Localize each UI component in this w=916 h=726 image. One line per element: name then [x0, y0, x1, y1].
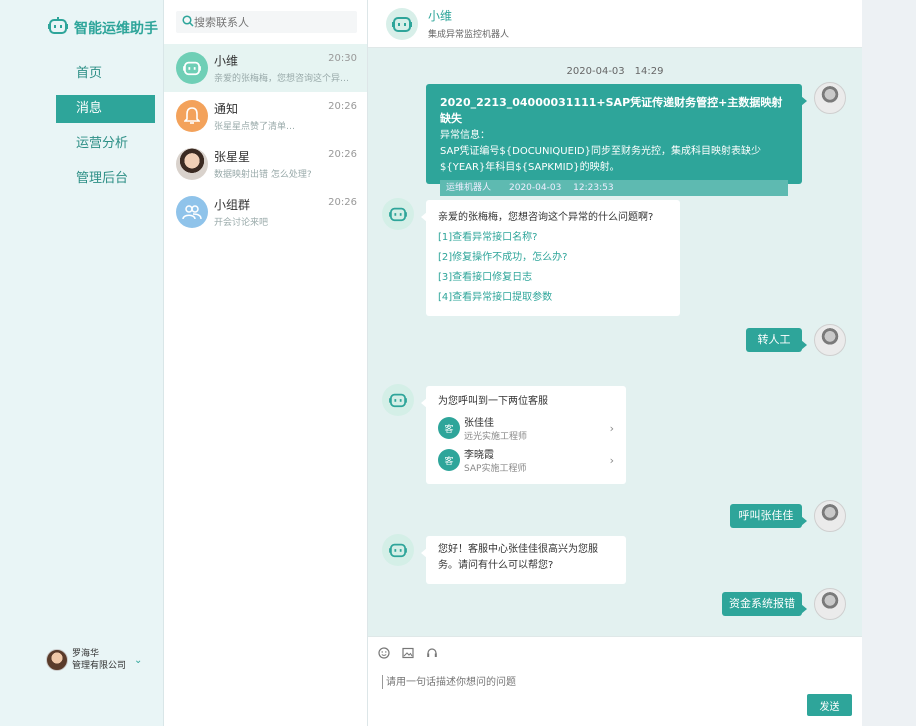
search-input[interactable]	[194, 15, 334, 29]
agent-item[interactable]: 客 张佳佳 远光实施工程师 ›	[438, 412, 614, 444]
user-message: 转人工	[746, 328, 807, 352]
message-timestamp: 2020-04-03 14:29	[566, 66, 664, 77]
contact-time: 20:26	[328, 197, 357, 208]
user-menu[interactable]: 罗海华 管理有限公司 ⌄	[46, 648, 142, 672]
avatar	[814, 588, 846, 620]
message-text: 务。请问有什么可以帮您?	[438, 560, 554, 571]
avatar	[46, 649, 68, 671]
nav-item-messages[interactable]: 消息	[56, 95, 155, 123]
agent-role: SAP实施工程师	[464, 464, 527, 474]
search-icon	[182, 14, 194, 30]
avatar	[814, 324, 846, 356]
robot-icon	[386, 7, 418, 40]
avatar	[814, 500, 846, 532]
brand: 智能运维助手	[0, 0, 163, 56]
user-message: 资金系统报错	[722, 592, 807, 616]
bell-icon	[176, 100, 208, 132]
chevron-right-icon: ›	[609, 453, 614, 467]
message-list[interactable]: 2020-04-03 14:29 2020_2213_04000031111+S…	[368, 48, 862, 636]
nav-item-home[interactable]: 首页	[56, 60, 155, 88]
contact-list: 小维 亲爱的张梅梅，您想咨询这个异… 20:30 通知 张星星点赞了清单… 20…	[164, 0, 368, 726]
contact-preview: 亲爱的张梅梅，您想咨询这个异…	[214, 74, 350, 84]
image-icon[interactable]	[402, 647, 414, 662]
alert-text: SAP凭证编号${DOCUNIQUEID}同步至财务光控，集成科目映射表缺少	[440, 146, 761, 157]
send-button[interactable]: 发送	[807, 694, 852, 716]
message-text: 您好！客服中心张佳佳很高兴为您服	[438, 544, 598, 555]
compose-toolbar	[378, 647, 438, 662]
bot-message: 为您呼叫到一下两位客服 客 张佳佳 远光实施工程师 › 客 李晓霞 SAP实施工…	[421, 386, 626, 484]
left-nav: 智能运维助手 首页 消息 运营分析 管理后台 罗海华 管理有限公司 ⌄	[0, 0, 164, 726]
robot-icon	[176, 52, 208, 84]
contact-preview: 张星星点赞了清单…	[214, 122, 296, 132]
agent-badge: 客	[438, 449, 460, 471]
user-message: 呼叫张佳佳	[730, 504, 807, 528]
app-window: 智能运维助手 首页 消息 运营分析 管理后台 罗海华 管理有限公司 ⌄ 搜索联系…	[0, 0, 862, 726]
compose-area: 发送	[368, 636, 862, 726]
agent-name: 李晓霞	[464, 450, 494, 461]
search-box[interactable]	[176, 11, 357, 33]
alert-message: 2020_2213_04000031111+SAP凭证传递财务管控+主数据映射缺…	[426, 84, 807, 196]
agent-item[interactable]: 客 李晓霞 SAP实施工程师 ›	[438, 444, 614, 476]
robot-icon	[382, 534, 414, 566]
contact-item[interactable]: 小组群 开会讨论来吧 20:26	[164, 188, 367, 236]
robot-icon	[382, 384, 414, 416]
contact-time: 20:26	[328, 101, 357, 112]
option-link[interactable]: [2]修复操作不成功，怎么办?	[438, 248, 668, 268]
user-company: 管理有限公司	[72, 661, 127, 671]
alert-label: 异常信息：	[440, 130, 490, 141]
user-name: 罗海华	[72, 649, 100, 659]
contact-time: 20:26	[328, 149, 357, 160]
chat-subtitle: 集成异常监控机器人	[428, 30, 510, 40]
avatar	[176, 148, 208, 180]
chat-panel: 小维 集成异常监控机器人 2020-04-03 14:29 2020_2213_…	[368, 0, 862, 726]
message-input[interactable]	[382, 675, 682, 689]
option-link[interactable]: [3]查看接口修复日志	[438, 268, 668, 288]
agent-role: 远光实施工程师	[464, 432, 528, 442]
option-link[interactable]: [4]查看异常接口提取参数	[438, 288, 668, 308]
robot-icon	[382, 198, 414, 230]
headset-icon[interactable]	[426, 647, 438, 662]
contact-item[interactable]: 张星星 数据映射出错 怎么处理? 20:26	[164, 140, 367, 188]
chevron-down-icon[interactable]: ⌄	[134, 655, 142, 666]
alert-title: 2020_2213_04000031111+SAP凭证传递财务管控+主数据映射缺…	[440, 96, 783, 125]
contact-preview: 开会讨论来吧	[214, 218, 269, 228]
contact-item[interactable]: 小维 亲爱的张梅梅，您想咨询这个异… 20:30	[164, 44, 367, 92]
robot-icon	[48, 17, 68, 39]
bot-message: 您好！客服中心张佳佳很高兴为您服 务。请问有什么可以帮您?	[421, 536, 626, 584]
alert-text: ${YEAR}年科目${SAPKMID}的映射。	[440, 162, 620, 173]
message-text: 亲爱的张梅梅，您想咨询这个异常的什么问题啊?	[438, 212, 654, 223]
window-margin	[862, 0, 916, 726]
nav-item-admin[interactable]: 管理后台	[56, 165, 155, 193]
nav-item-analytics[interactable]: 运营分析	[56, 130, 155, 158]
group-icon	[176, 196, 208, 228]
chat-title: 小维	[428, 9, 453, 23]
agent-badge: 客	[438, 417, 460, 439]
contact-time: 20:30	[328, 53, 357, 64]
avatar	[814, 82, 846, 114]
chevron-right-icon: ›	[609, 421, 614, 435]
agent-name: 张佳佳	[464, 418, 494, 429]
emoji-icon[interactable]	[378, 647, 390, 662]
option-link[interactable]: [1]查看异常接口名称?	[438, 228, 668, 248]
contact-preview: 数据映射出错 怎么处理?	[214, 170, 312, 180]
contact-item[interactable]: 通知 张星星点赞了清单… 20:26	[164, 92, 367, 140]
alert-footer: 运维机器人 2020-04-03 12:23:53	[440, 180, 788, 196]
chat-header: 小维 集成异常监控机器人	[368, 0, 862, 48]
bot-message: 亲爱的张梅梅，您想咨询这个异常的什么问题啊? [1]查看异常接口名称? [2]修…	[421, 200, 680, 316]
message-text: 为您呼叫到一下两位客服	[438, 396, 548, 407]
app-title: 智能运维助手	[74, 21, 158, 37]
search-bar	[164, 0, 367, 44]
